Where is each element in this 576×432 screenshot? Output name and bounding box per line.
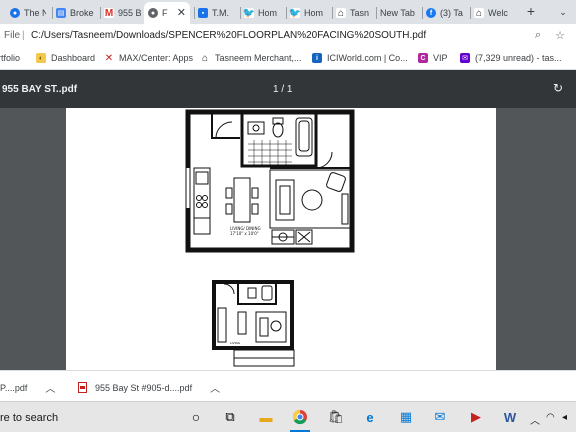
- bookmark-label: Tasneem Merchant,...: [215, 53, 302, 63]
- tab-label: Hom: [258, 8, 278, 18]
- pdf-file-icon: [78, 382, 87, 393]
- tab-label: T.M.: [212, 8, 229, 18]
- bookmark-vip[interactable]: C VIP: [418, 53, 448, 63]
- file-explorer-icon[interactable]: ▬: [256, 407, 276, 427]
- remax-icon: ✕: [104, 52, 114, 64]
- tab-0[interactable]: ● The N: [6, 2, 46, 24]
- tab-label: Broke: [70, 8, 94, 18]
- download-filename: 955 Bay St #905-d....pdf: [95, 382, 193, 393]
- twitter-icon: 🐦: [242, 7, 256, 19]
- tab-9[interactable]: f (3) Ta: [422, 2, 468, 24]
- upper-floorplan: [185, 109, 355, 253]
- vip-icon: C: [418, 53, 428, 63]
- tab-label: New Tab: [380, 8, 415, 18]
- photos-icon[interactable]: ▦: [396, 407, 416, 427]
- url-field[interactable]: C:/Users/Tasneem/Downloads/SPENCER%20FLO…: [31, 30, 426, 41]
- edge-icon[interactable]: e: [360, 407, 380, 427]
- tab-2[interactable]: M 955 B: [100, 2, 142, 24]
- chevron-up-icon[interactable]: ︿: [45, 380, 55, 395]
- chevron-up-icon[interactable]: ︿: [210, 380, 220, 395]
- separator: |: [22, 30, 25, 41]
- pdf-toolbar: 955 BAY ST..pdf 1 / 1 ↻: [0, 70, 576, 108]
- download-filename: P....pdf: [0, 382, 28, 393]
- pdf-document-area[interactable]: LIVING/ DINING 17'10" x 10'0" LIVING: [0, 108, 576, 370]
- close-tab-icon[interactable]: ✕: [177, 6, 186, 19]
- facebook-icon: f: [426, 8, 436, 18]
- address-toolbar: File | C:/Users/Tasneem/Downloads/SPENCE…: [0, 24, 576, 48]
- zoom-icon[interactable]: ⌕: [531, 29, 545, 43]
- tab-label: F: [162, 8, 168, 18]
- lower-floorplan: [212, 280, 295, 367]
- bookmark-tasneem[interactable]: ⌂ Tasneem Merchant,...: [200, 52, 302, 64]
- bookmark-label: ICIWorld.com | Co...: [327, 53, 408, 63]
- acrobat-icon[interactable]: ▶: [466, 407, 486, 427]
- dashboard-icon: ◐: [36, 53, 46, 63]
- pdf-page: LIVING/ DINING 17'10" x 10'0" LIVING: [66, 108, 496, 370]
- tab-strip: ● The N ▤ Broke M 955 B ● F ✕ ▪ T.M. 🐦 H…: [0, 0, 576, 24]
- new-tab-button[interactable]: +: [524, 3, 538, 21]
- tab-label: Tasn: [350, 8, 370, 18]
- tab-6[interactable]: 🐦 Hom: [286, 2, 328, 24]
- chevron-up-icon[interactable]: ︿: [530, 412, 540, 427]
- tab-active-pdf[interactable]: ● F ✕: [144, 2, 190, 24]
- tab-label: Hom: [304, 8, 324, 18]
- download-shelf: P....pdf ︿ 955 Bay St #905-d....pdf ︿: [0, 370, 576, 401]
- tab-4[interactable]: ▪ T.M.: [194, 2, 240, 24]
- pdf-title: 955 BAY ST..pdf: [2, 84, 78, 95]
- home-icon: ⌂: [474, 7, 484, 19]
- speaker-icon[interactable]: ◂: [562, 412, 567, 423]
- lower-room-label: LIVING: [230, 341, 241, 345]
- yahoo-mail-icon: ✉: [460, 53, 470, 63]
- bookmarks-bar: rtfolio ◐ Dashboard ✕ MAX/Center: Apps ⌂…: [0, 48, 576, 70]
- rotate-icon[interactable]: ↻: [553, 81, 563, 95]
- windows-taskbar: re to search ○ ⧉ ▬ 🛍 e ▦ ✉ ▶ W ︿ ◠ ◂: [0, 401, 576, 432]
- bookmark-label: (7,329 unread) - tas...: [475, 53, 562, 63]
- task-view-icon[interactable]: ⧉: [220, 407, 240, 427]
- wifi-icon[interactable]: ◠: [546, 412, 555, 423]
- tab-label: The N: [24, 8, 46, 18]
- tab-7[interactable]: ⌂ Tasn: [332, 2, 374, 24]
- bookmark-label: Dashboard: [51, 53, 96, 63]
- document-icon: ▪: [198, 8, 208, 18]
- tab-10[interactable]: ⌂ Welc: [470, 2, 516, 24]
- taskbar-search-box[interactable]: re to search: [0, 412, 58, 424]
- twitter-icon: 🐦: [288, 7, 302, 19]
- upper-room-dimension: 17'10" x 10'0": [230, 231, 259, 236]
- origin-chip[interactable]: File: [4, 30, 20, 41]
- globe-icon: ●: [10, 8, 20, 18]
- tab-label: 955 B: [118, 8, 142, 18]
- tab-5[interactable]: 🐦 Hom: [240, 2, 282, 24]
- tab-search-icon[interactable]: ⌄: [556, 3, 570, 21]
- tab-8[interactable]: New Tab: [376, 2, 422, 24]
- bookmark-label: rtfolio: [0, 53, 21, 63]
- bookmark-iciworld[interactable]: i ICIWorld.com | Co...: [312, 53, 408, 63]
- home-icon: ⌂: [336, 7, 346, 19]
- download-item-1[interactable]: 955 Bay St #905-d....pdf ︿: [78, 380, 220, 395]
- gmail-icon: M: [104, 7, 114, 19]
- home-icon: ⌂: [200, 52, 210, 64]
- bookmark-label: VIP: [433, 53, 448, 63]
- chrome-icon[interactable]: [290, 407, 310, 427]
- word-icon[interactable]: W: [500, 407, 520, 427]
- floorplan-drawing: LIVING/ DINING 17'10" x 10'0" LIVING: [185, 109, 355, 367]
- download-item-0[interactable]: P....pdf ︿: [0, 380, 55, 396]
- mail-icon[interactable]: ✉: [430, 407, 450, 427]
- tab-label: Welc: [488, 8, 508, 18]
- tab-1[interactable]: ▤ Broke: [52, 2, 96, 24]
- docs-icon: ▤: [56, 8, 66, 18]
- bookmark-yahoo-mail[interactable]: ✉ (7,329 unread) - tas...: [460, 53, 562, 63]
- bookmark-star-icon[interactable]: ☆: [553, 29, 567, 43]
- ici-icon: i: [312, 53, 322, 63]
- bookmark-dashboard[interactable]: ◐ Dashboard: [36, 53, 95, 63]
- bookmark-label: MAX/Center: Apps: [119, 53, 194, 63]
- page-indicator: 1 / 1: [273, 84, 293, 95]
- store-icon[interactable]: 🛍: [326, 407, 346, 427]
- bookmark-portfolio[interactable]: rtfolio: [0, 53, 20, 63]
- globe-icon: ●: [148, 8, 158, 18]
- bookmark-max-center[interactable]: ✕ MAX/Center: Apps: [104, 52, 194, 64]
- tab-label: (3) Ta: [440, 8, 463, 18]
- cortana-icon[interactable]: ○: [186, 407, 206, 427]
